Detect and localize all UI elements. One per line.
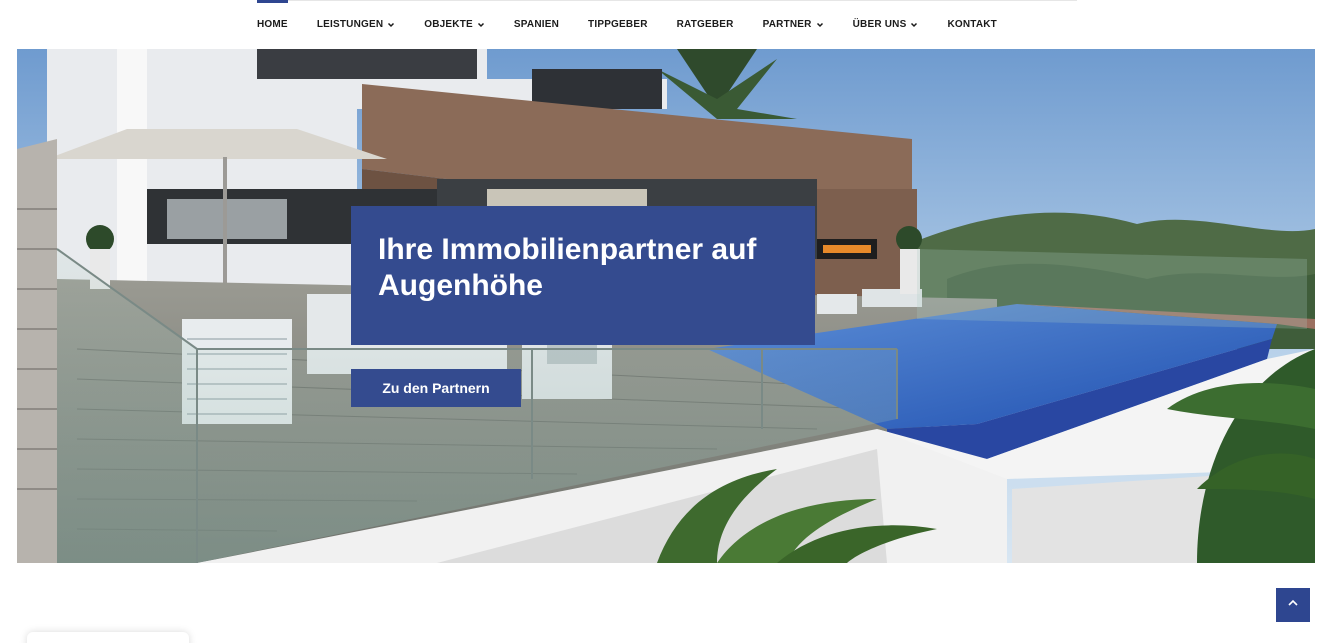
- nav-item-home[interactable]: HOME: [257, 0, 288, 49]
- nav-item-ueber-uns[interactable]: ÜBER UNS: [853, 0, 919, 49]
- partner-cta-button[interactable]: Zu den Partnern: [351, 369, 521, 407]
- chevron-down-icon: [477, 21, 485, 29]
- hero-headline: Ihre Immobilienpartner auf Augenhöhe: [378, 233, 757, 302]
- nav-item-objekte[interactable]: OBJEKTE: [424, 0, 485, 49]
- nav-item-leistungen[interactable]: LEISTUNGEN: [317, 0, 395, 49]
- nav-item-partner[interactable]: PARTNER: [763, 0, 824, 49]
- nav-item-label: PARTNER: [762, 19, 812, 30]
- nav-item-kontakt[interactable]: KONTAKT: [947, 0, 997, 49]
- hero-headline-box: Ihre Immobilienpartner auf Augenhöhe: [351, 206, 815, 345]
- main-navigation: HOME LEISTUNGEN OBJEKTE SPANIEN TIPPGEBE…: [0, 0, 1334, 49]
- nav-list: HOME LEISTUNGEN OBJEKTE SPANIEN TIPPGEBE…: [257, 0, 997, 49]
- nav-item-label: RATGEBER: [676, 19, 734, 30]
- chevron-down-icon: [910, 21, 918, 29]
- nav-item-label: KONTAKT: [947, 19, 997, 30]
- chevron-down-icon: [816, 21, 824, 29]
- floating-widget[interactable]: [27, 632, 189, 643]
- hero-slider: Ihre Immobilienpartner auf Augenhöhe Zu …: [17, 49, 1315, 563]
- nav-item-label: SPANIEN: [513, 19, 560, 30]
- nav-item-label: OBJEKTE: [424, 19, 473, 30]
- nav-item-ratgeber[interactable]: RATGEBER: [677, 0, 734, 49]
- chevron-up-icon: [1287, 596, 1299, 614]
- chevron-down-icon: [387, 21, 395, 29]
- nav-item-label: LEISTUNGEN: [316, 19, 384, 30]
- nav-item-label: HOME: [257, 19, 288, 30]
- page: HOME LEISTUNGEN OBJEKTE SPANIEN TIPPGEBE…: [0, 0, 1334, 643]
- nav-item-tippgeber[interactable]: TIPPGEBER: [588, 0, 648, 49]
- nav-item-label: TIPPGEBER: [588, 19, 648, 30]
- nav-item-spanien[interactable]: SPANIEN: [514, 0, 559, 49]
- scroll-to-top-button[interactable]: [1276, 588, 1310, 622]
- nav-item-label: ÜBER UNS: [852, 19, 907, 30]
